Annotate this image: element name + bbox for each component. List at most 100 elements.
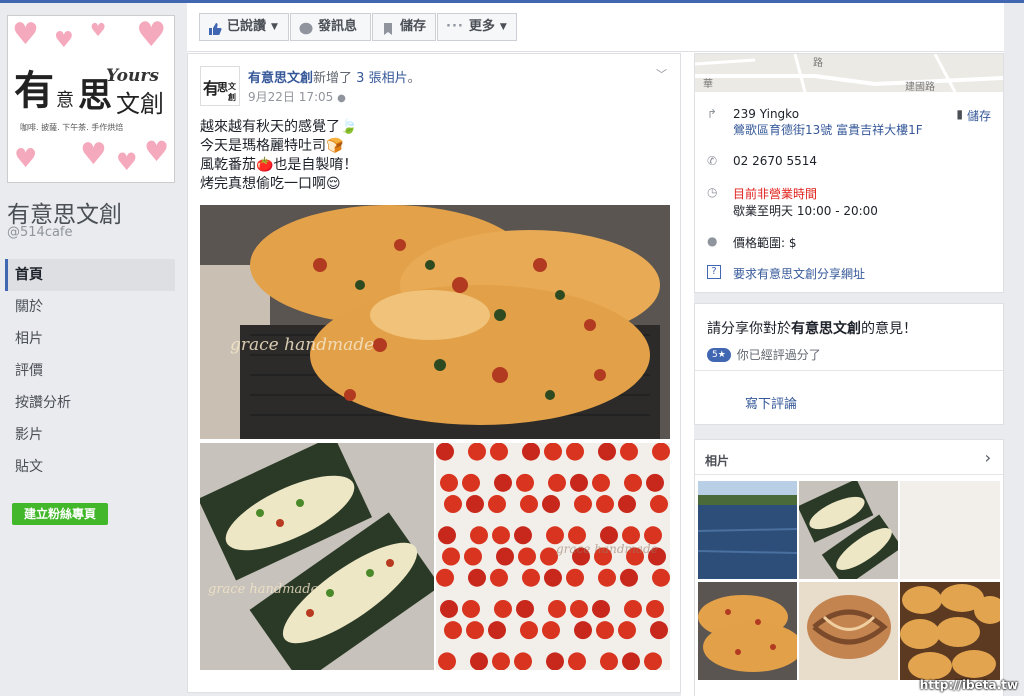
post-photo-count-link[interactable]: 3 張相片 bbox=[356, 71, 407, 86]
photo-thumb-bread[interactable] bbox=[698, 582, 797, 680]
logo-char-3: 思 bbox=[217, 81, 228, 94]
tomato-shape bbox=[470, 652, 488, 670]
nav-item-about[interactable]: 關於 bbox=[5, 291, 175, 323]
map-label: 建國路 bbox=[905, 80, 935, 92]
messenger-icon bbox=[299, 20, 313, 35]
create-page-button[interactable]: 建立粉絲專頁 bbox=[12, 503, 108, 525]
tomato-shape bbox=[544, 568, 562, 587]
photos-card-title[interactable]: 相片 bbox=[705, 452, 729, 469]
photo-thumb-pans[interactable] bbox=[799, 481, 898, 579]
rating-badge: 5★ bbox=[707, 347, 731, 362]
page-title[interactable]: 有意思文創 bbox=[7, 195, 122, 229]
tomato-shape bbox=[646, 599, 664, 618]
post-time-text: 9月22日 17:05 bbox=[248, 90, 334, 104]
tomato-shape bbox=[496, 547, 514, 566]
tomato-shape bbox=[514, 526, 532, 545]
tomato-shape bbox=[644, 652, 662, 670]
page-avatar[interactable]: ♥ ♥ ♥ ♥ ♥ ♥ ♥ ♥ 有 意 思 文創 Yours 咖啡. 披薩. 下… bbox=[7, 15, 175, 183]
write-review-link[interactable]: 寫下評論 bbox=[745, 393, 797, 412]
heart-decoration: ♥ bbox=[116, 148, 138, 176]
review-prompt-suffix: 的意見！ bbox=[861, 321, 917, 337]
left-column: ♥ ♥ ♥ ♥ ♥ ♥ ♥ ♥ 有 意 思 文創 Yours 咖啡. 披薩. 下… bbox=[0, 3, 187, 696]
post-author-avatar[interactable]: 有 思 文創 bbox=[200, 66, 240, 106]
tomato-shape bbox=[548, 473, 566, 492]
tomato-shape bbox=[492, 526, 510, 545]
map-label: 華 bbox=[703, 78, 713, 90]
hours-status[interactable]: 目前非營業時間 bbox=[733, 185, 878, 202]
chevron-right-icon[interactable]: › bbox=[985, 448, 991, 467]
logo-char-1: 有 bbox=[14, 67, 54, 114]
tomato-shape bbox=[440, 599, 458, 618]
heart-decoration: ♥ bbox=[14, 144, 38, 174]
nav-item-posts[interactable]: 貼文 bbox=[5, 451, 175, 483]
tomato-shape bbox=[652, 568, 670, 587]
address-line-2[interactable]: 鶯歌區育德街13號 富貴吉祥大樓1F bbox=[733, 121, 923, 138]
tomato-shape bbox=[598, 443, 616, 461]
tomato-shape bbox=[622, 652, 640, 670]
tomato-shape bbox=[436, 443, 454, 461]
tomato-shape bbox=[592, 473, 610, 492]
tomato-shape bbox=[620, 568, 638, 587]
tomato-shape bbox=[598, 568, 616, 587]
post-message: 越來越有秋天的感覺了🍃 今天是瑪格麗特吐司🍞 風乾番茄🍅也是自製唷！ 烤完真想偷… bbox=[200, 118, 357, 194]
post-photo-2[interactable]: grace handmade bbox=[200, 443, 434, 670]
tomato-shape bbox=[440, 473, 458, 492]
liked-label: 已說讚 bbox=[227, 19, 267, 34]
tomato-shape bbox=[624, 599, 642, 618]
tomato-shape bbox=[618, 495, 636, 514]
hours-row: ◷ 目前非營業時間 歇業至明天 10:00 - 20:00 bbox=[707, 185, 878, 219]
tomato-shape bbox=[462, 473, 480, 492]
photos-card: 相片 › bbox=[694, 439, 1004, 696]
phone-icon: ✆ bbox=[707, 154, 718, 168]
tomato-shape bbox=[646, 473, 664, 492]
post-photo-main[interactable]: grace handmade bbox=[200, 205, 670, 439]
tomato-shape bbox=[518, 547, 536, 566]
post-author-link[interactable]: 有意思文創 bbox=[248, 71, 313, 86]
tomato-shape bbox=[574, 621, 592, 640]
ask-url-link[interactable]: 要求有意思文創分享網址 bbox=[733, 265, 865, 282]
nav-item-insights[interactable]: 按讚分析 bbox=[5, 387, 175, 419]
action-bar: 已說讚 ▼ 發訊息 儲存 ··· 更多 ▼ bbox=[187, 3, 1004, 52]
divider bbox=[695, 474, 1003, 475]
nav-item-photos[interactable]: 相片 bbox=[5, 323, 175, 355]
tomato-shape bbox=[516, 473, 534, 492]
liked-button[interactable]: 已說讚 ▼ bbox=[199, 13, 289, 41]
tomato-shape bbox=[514, 652, 532, 670]
nav-item-videos[interactable]: 影片 bbox=[5, 419, 175, 451]
right-column: 華 路 建國路 ↱ 239 Yingko 鶯歌區育德街13號 富貴吉祥大樓1F … bbox=[694, 53, 1004, 696]
photo-thumb-lake[interactable] bbox=[698, 481, 797, 579]
nav-item-home[interactable]: 首頁 bbox=[5, 259, 175, 291]
heart-decoration: ♥ bbox=[144, 135, 170, 168]
info-save-button[interactable]: ▮ 儲存 bbox=[956, 107, 991, 124]
message-button[interactable]: 發訊息 bbox=[290, 13, 371, 41]
map-preview[interactable]: 華 路 建國路 bbox=[695, 54, 1003, 92]
tomato-shape bbox=[624, 473, 642, 492]
tomato-shape bbox=[464, 547, 482, 566]
phone-number: 02 2670 5514 bbox=[733, 154, 817, 168]
review-prompt: 請分享你對於有意思文創的意見！ bbox=[707, 318, 917, 338]
rated-row: 5★ 你已經評過分了 bbox=[707, 346, 821, 363]
watermark-text: grace handmade bbox=[230, 335, 374, 355]
post-timestamp[interactable]: 9月22日 17:05 ● bbox=[248, 88, 346, 105]
tomato-shape bbox=[466, 621, 484, 640]
save-button[interactable]: 儲存 bbox=[372, 13, 436, 41]
photo-thumb-pastry[interactable] bbox=[799, 582, 898, 680]
tomato-shape bbox=[520, 621, 538, 640]
price-row: ● 價格範圍: $ bbox=[707, 234, 797, 251]
tomato-shape bbox=[596, 621, 614, 640]
bookmark-icon: ▮ bbox=[956, 107, 963, 121]
review-prompt-name[interactable]: 有意思文創 bbox=[791, 321, 861, 337]
price-range: 價格範圍: $ bbox=[733, 236, 797, 250]
tomato-shape bbox=[650, 621, 668, 640]
more-label: 更多 bbox=[468, 19, 495, 34]
map-label: 路 bbox=[813, 56, 823, 69]
feed-column: 有 思 文創 有意思文創新增了 3 張相片。 9月22日 17:05 ● ﹀ 越… bbox=[187, 53, 681, 696]
more-button[interactable]: ··· 更多 ▼ bbox=[437, 13, 517, 41]
post-photo-3[interactable]: grace handmade bbox=[436, 443, 670, 670]
photo-thumb-tomatoes[interactable] bbox=[900, 481, 1000, 579]
tomato-shape bbox=[516, 599, 534, 618]
nav-item-reviews[interactable]: 評價 bbox=[5, 355, 175, 387]
post-options-chevron-icon[interactable]: ﹀ bbox=[656, 66, 668, 81]
photo-thumb-buns[interactable] bbox=[900, 582, 1000, 680]
hours-text: 歇業至明天 10:00 - 20:00 bbox=[733, 204, 878, 218]
